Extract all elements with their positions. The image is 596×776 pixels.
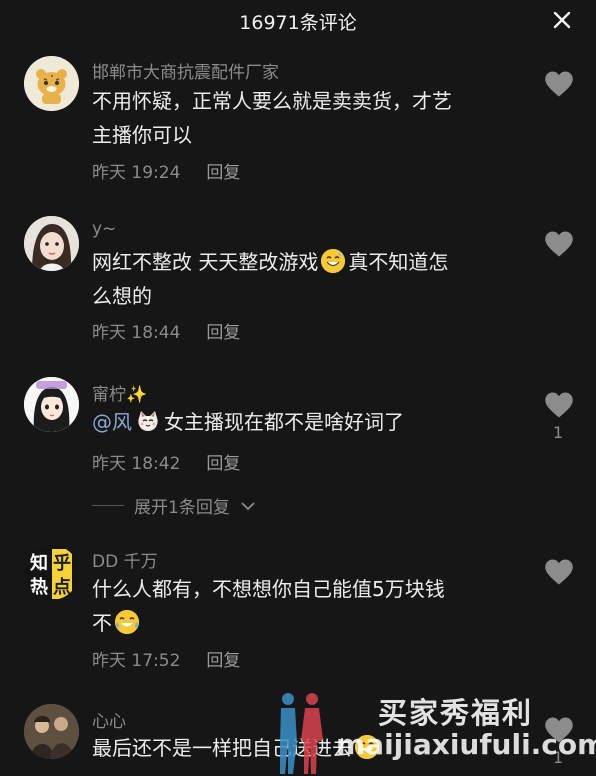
reply-button[interactable]: 回复	[206, 318, 240, 343]
comment-text: @风 女主播现在都不是啥好词了	[92, 405, 512, 439]
comment-text-segment: 不	[92, 611, 112, 635]
mention-link[interactable]: @风	[92, 410, 132, 434]
comment-meta: 昨天 18:42 回复	[92, 449, 240, 474]
reply-button[interactable]: 回复	[206, 449, 240, 474]
comment-text: 不用怀疑，正常人要么就是卖卖货，才艺 主播你可以	[92, 84, 512, 152]
like-count: 1	[553, 423, 564, 442]
anime-girl-avatar[interactable]	[24, 377, 79, 432]
comment-text-segment: 女主播现在都不是啥好词了	[164, 410, 404, 434]
avatar-text: 乎	[52, 549, 72, 575]
sweat-smile-emoji	[321, 249, 346, 273]
comment-text-line: 主播你可以	[92, 123, 192, 147]
comment-meta: 昨天 18:44 回复	[92, 318, 240, 343]
tears-of-joy-emoji	[115, 610, 139, 634]
comment-text-line: 么想的	[92, 284, 152, 308]
comment-text-segment: 真不知道怎	[348, 250, 449, 274]
comment-time: 昨天 17:52	[92, 651, 181, 671]
comment-text-segment: 网红不整改 天天整改游戏	[92, 250, 319, 274]
avatar-text: 知	[30, 553, 48, 574]
expand-replies-button[interactable]: 展开1条回复	[92, 493, 256, 518]
comment-text-line: 什么人都有，不想想你自己能值5万块钱	[92, 577, 445, 601]
zhihu-hot-avatar[interactable]: 知 乎 热 点	[24, 545, 79, 600]
watermark-url: maijiaxiufuli.com	[336, 728, 596, 761]
girl-avatar[interactable]	[24, 216, 79, 271]
heart-icon[interactable]	[544, 391, 574, 419]
watermark-figures-logo	[280, 693, 323, 774]
comment-username[interactable]: 甯柠✨	[92, 380, 147, 405]
expand-replies-label: 展开1条回复	[134, 498, 230, 518]
watermark-title: 买家秀福利	[378, 696, 534, 730]
cat-emoji	[136, 409, 160, 433]
comment-meta: 昨天 19:24 回复	[92, 158, 240, 183]
tiger-avatar[interactable]	[24, 56, 79, 111]
comment-username[interactable]: 邯郸市大商抗震配件厂家	[92, 58, 279, 83]
heart-icon[interactable]	[544, 230, 574, 258]
avatar-text: 热	[30, 577, 48, 598]
comment-count-title: 16971条评论	[239, 11, 357, 34]
comment-time: 昨天 19:24	[92, 163, 181, 183]
comment-text-line: 不用怀疑，正常人要么就是卖卖货，才艺	[92, 89, 452, 113]
group-photo-avatar[interactable]	[24, 704, 79, 759]
comment-text-line: 不	[92, 606, 512, 640]
comment-text: 网红不整改 天天整改游戏 真不知道怎 么想的	[92, 245, 512, 313]
comment-meta: 昨天 17:52 回复	[92, 646, 240, 671]
comment-text: 什么人都有，不想想你自己能值5万块钱 不	[92, 572, 512, 640]
watermark: 买家秀福利 maijiaxiufuli.com	[276, 688, 596, 776]
comment-username[interactable]: DD 千万	[92, 547, 158, 572]
comment-text-line: 网红不整改 天天整改游戏 真不知道怎	[92, 245, 512, 279]
comments-header: 16971条评论	[0, 0, 596, 42]
comment-username[interactable]: 心心	[92, 707, 126, 732]
comment-time: 昨天 18:44	[92, 323, 181, 343]
heart-icon[interactable]	[544, 70, 574, 98]
divider	[92, 505, 124, 506]
chevron-down-icon	[241, 501, 255, 510]
comment-time: 昨天 18:42	[92, 454, 181, 474]
heart-icon[interactable]	[544, 558, 574, 586]
reply-button[interactable]: 回复	[206, 158, 240, 183]
avatar-text: 点	[52, 573, 72, 599]
close-icon[interactable]	[550, 8, 574, 32]
reply-button[interactable]: 回复	[206, 646, 240, 671]
comment-username[interactable]: y~	[92, 219, 116, 239]
